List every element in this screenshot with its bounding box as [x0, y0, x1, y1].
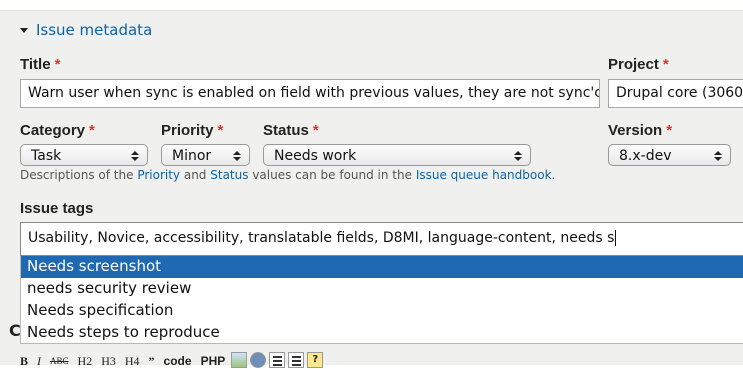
help-icon[interactable]: ? — [307, 352, 324, 368]
php-button[interactable]: PHP — [198, 352, 229, 368]
italic-button[interactable]: I — [34, 352, 44, 368]
priority-label: Priority * — [161, 122, 223, 139]
category-selected-value: Task — [31, 147, 62, 164]
category-label-text: Category — [20, 122, 86, 139]
project-label-text: Project — [608, 56, 659, 73]
status-label-text: Status — [263, 122, 309, 139]
title-label: Title * — [20, 56, 60, 73]
bold-button[interactable]: B — [17, 352, 31, 368]
autocomplete-option[interactable]: Needs screenshot — [21, 256, 743, 278]
status-select[interactable]: Needs work — [263, 144, 531, 166]
h3-button[interactable]: H3 — [98, 352, 119, 368]
version-selected-value: 8.x-dev — [619, 147, 672, 164]
field-description: Descriptions of the Priority and Status … — [20, 168, 555, 182]
status-label: Status * — [263, 122, 319, 139]
select-arrows-icon — [233, 150, 241, 161]
h4-button[interactable]: H4 — [122, 352, 143, 368]
project-input[interactable]: Drupal core (3060) — [608, 79, 743, 108]
required-marker: * — [54, 56, 61, 73]
blockquote-button[interactable]: ” — [146, 352, 158, 368]
tag-autocomplete-list: Needs screenshot needs security review N… — [20, 256, 743, 344]
strikethrough-button[interactable]: ABC — [47, 352, 72, 368]
autocomplete-option[interactable]: needs security review — [21, 278, 743, 300]
fieldset-legend: Issue metadata — [36, 21, 153, 39]
ordered-list-icon[interactable] — [269, 352, 286, 368]
required-marker: * — [89, 122, 95, 139]
required-marker: * — [666, 122, 673, 139]
select-arrows-icon — [514, 150, 522, 161]
select-arrows-icon — [714, 150, 722, 161]
category-label: Category * — [20, 122, 95, 139]
description-text: Descriptions of the — [20, 168, 138, 182]
select-arrows-icon — [131, 150, 139, 161]
h2-button[interactable]: H2 — [75, 352, 96, 368]
priority-link[interactable]: Priority — [137, 168, 180, 182]
autocomplete-option[interactable]: Needs steps to reproduce — [21, 322, 743, 344]
editor-toolbar: B I ABC H2 H3 H4 ” code PHP ? — [17, 351, 324, 369]
title-input[interactable]: Warn user when sync is enabled on field … — [20, 79, 600, 108]
title-label-text: Title — [20, 56, 51, 73]
description-text: . — [551, 168, 556, 182]
priority-label-text: Priority — [161, 122, 214, 139]
link-icon[interactable] — [250, 352, 267, 368]
image-icon[interactable] — [231, 352, 248, 368]
priority-select[interactable]: Minor — [161, 144, 250, 166]
category-select[interactable]: Task — [20, 144, 148, 166]
issue-tags-label: Issue tags — [20, 200, 94, 217]
unordered-list-icon[interactable] — [288, 352, 305, 368]
autocomplete-option[interactable]: Needs specification — [21, 300, 743, 322]
issue-queue-handbook-link[interactable]: Issue queue handbook — [416, 168, 552, 182]
description-text: values can be found in the — [248, 168, 416, 182]
partial-heading: C — [9, 321, 21, 340]
project-label: Project * — [608, 56, 669, 73]
text-cursor — [615, 230, 617, 246]
description-text: and — [180, 168, 211, 182]
version-label: Version * — [608, 122, 672, 139]
fieldset-toggle[interactable]: Issue metadata — [20, 21, 152, 39]
code-button[interactable]: code — [161, 352, 195, 368]
version-label-text: Version — [608, 122, 663, 139]
required-marker: * — [662, 56, 669, 73]
collapse-triangle-icon — [20, 28, 28, 33]
version-select[interactable]: 8.x-dev — [608, 144, 731, 166]
issue-tags-value: Usability, Novice, accessibility, transl… — [28, 230, 615, 246]
status-selected-value: Needs work — [274, 147, 357, 164]
required-marker: * — [217, 122, 224, 139]
status-link[interactable]: Status — [210, 168, 248, 182]
issue-tags-input[interactable]: Usability, Novice, accessibility, transl… — [20, 222, 743, 256]
required-marker: * — [312, 122, 319, 139]
priority-selected-value: Minor — [172, 147, 212, 164]
